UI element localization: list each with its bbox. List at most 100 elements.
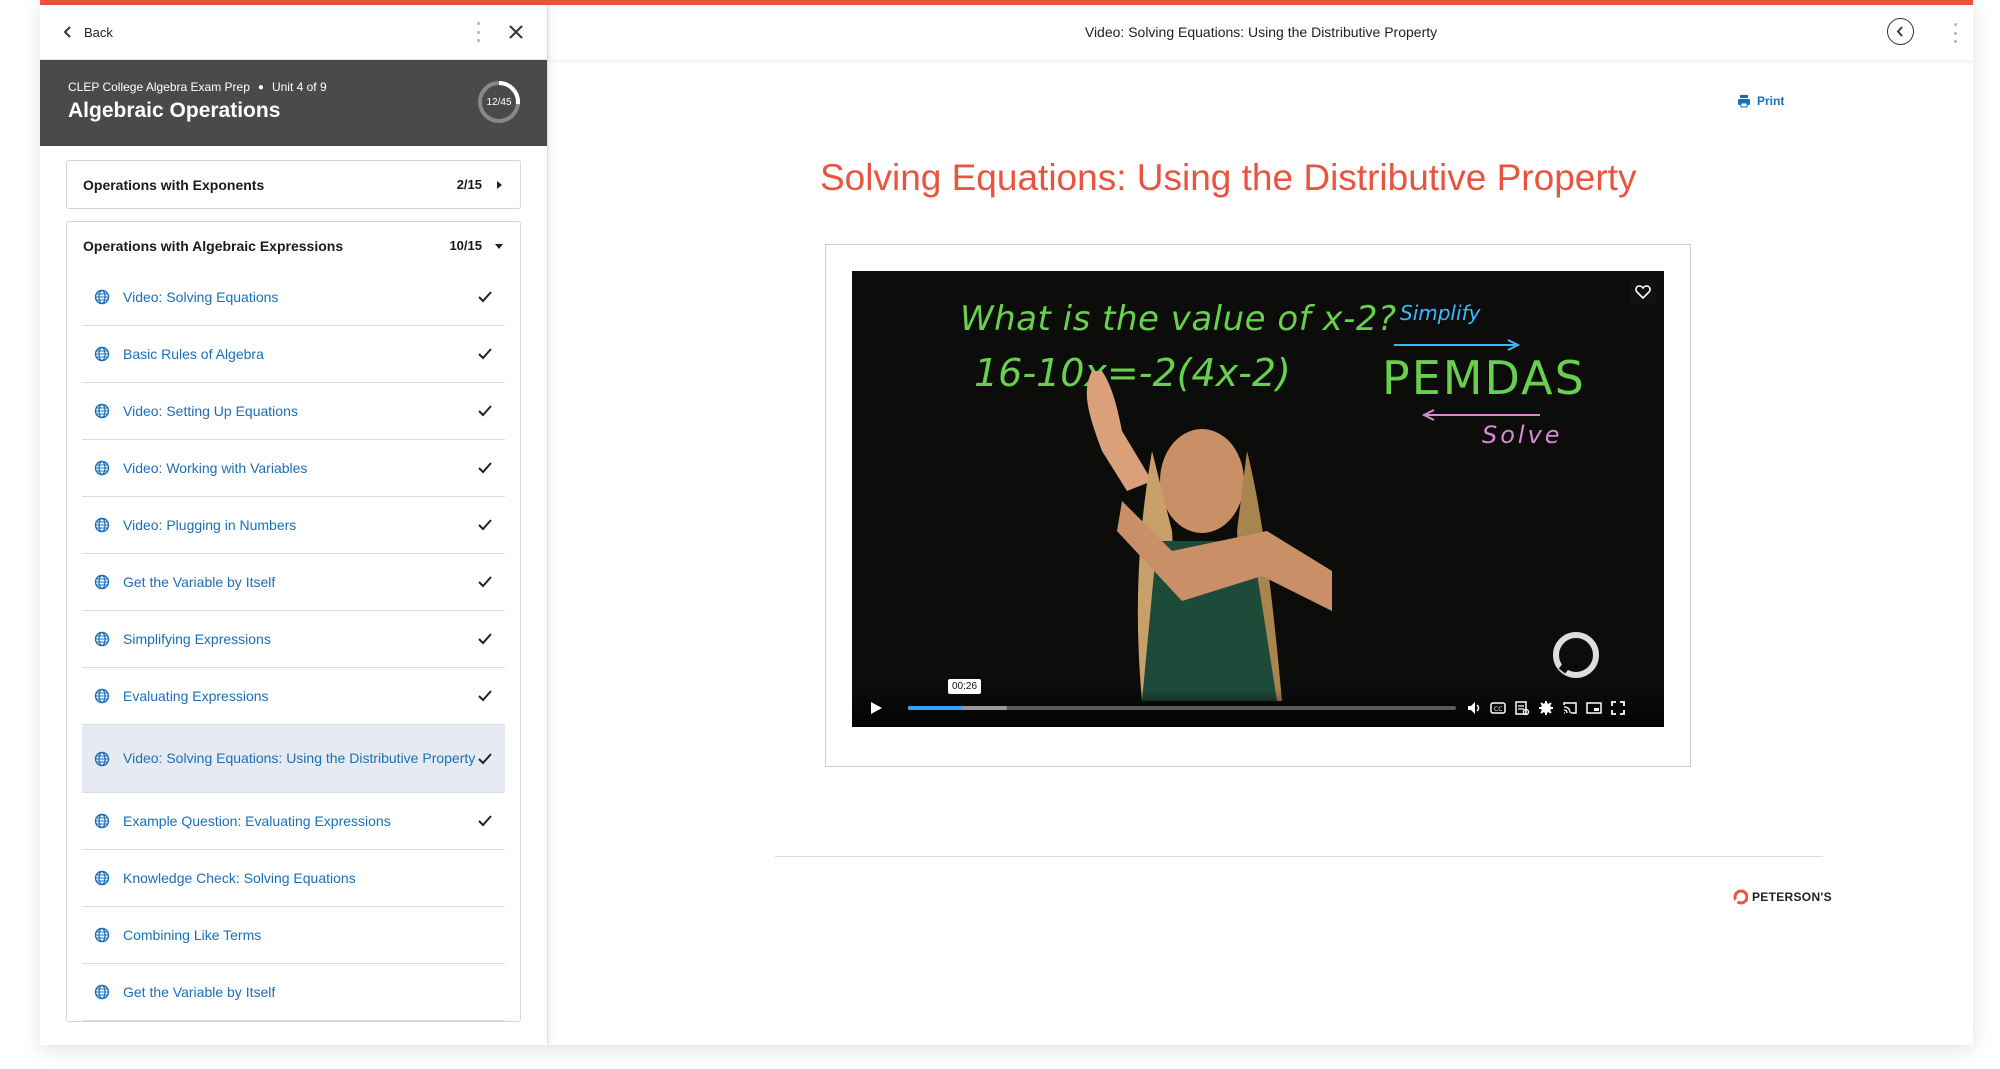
unit-number: Unit 4 of 9 [271, 80, 327, 94]
printer-icon [1738, 95, 1750, 108]
progress-text: 12/45 [486, 96, 512, 108]
checkmark-icon [478, 752, 492, 764]
presenter-image [1086, 371, 1332, 701]
progress-ring: 12/45 [477, 80, 521, 124]
lesson-item[interactable]: Get the Variable by Itself [82, 554, 505, 611]
video-frame: What is the value of x-2? 16-10x=-2(4x-2… [825, 244, 1691, 767]
lesson-item[interactable]: Video: Setting Up Equations [82, 383, 505, 440]
lesson-item[interactable]: Evaluating Expressions [82, 668, 505, 725]
section-count: 10/15 [449, 238, 482, 253]
section-count: 2/15 [456, 177, 482, 192]
brand-name: PETERSON'S [1752, 890, 1832, 904]
lesson-label: Example Question: Evaluating Expressions [123, 812, 391, 829]
globe-icon [94, 289, 110, 305]
content-topbar: Video: Solving Equations: Using the Dist… [549, 5, 1973, 60]
globe-icon [94, 574, 110, 590]
lesson-label: Video: Plugging in Numbers [123, 516, 297, 533]
transcript-icon[interactable] [1514, 700, 1530, 716]
section-header[interactable]: Operations with Algebraic Expressions 10… [67, 222, 520, 269]
heart-icon [1635, 285, 1651, 300]
back-button[interactable]: Back [62, 25, 113, 40]
seek-bar[interactable]: 00:26 [908, 679, 1456, 710]
seek-time-tooltip: 00:26 [948, 679, 982, 694]
favorite-button[interactable] [1630, 279, 1656, 305]
seek-played [908, 706, 963, 710]
print-button[interactable]: Print [1737, 94, 1784, 108]
content-divider [775, 856, 1823, 857]
petersons-logo-icon [1732, 889, 1748, 905]
checkmark-icon [478, 690, 492, 702]
watermark-logo-icon [1553, 632, 1599, 678]
section-name: Operations with Exponents [83, 176, 265, 193]
arrow-right-drawing [1394, 339, 1521, 351]
cast-icon[interactable] [1562, 700, 1578, 716]
lesson-item[interactable]: Video: Solving Equations [82, 269, 505, 326]
unit-title: Algebraic Operations [68, 99, 281, 122]
lesson-item[interactable]: Knowledge Check: Solving Equations [82, 850, 505, 907]
sections-list: Operations with Exponents 2/15 Operation… [40, 146, 547, 1041]
lesson-item[interactable]: Get the Variable by Itself [82, 964, 505, 1021]
lesson-item[interactable]: Example Question: Evaluating Expressions [82, 793, 505, 850]
section-algebraic-expressions: Operations with Algebraic Expressions 10… [66, 221, 521, 1022]
lesson-list: Video: Solving Equations Basic Rules of A… [67, 269, 520, 1021]
globe-icon [94, 631, 110, 647]
lesson-item[interactable]: Combining Like Terms [82, 907, 505, 964]
chevron-left-icon [1896, 26, 1903, 37]
checkmark-icon [478, 405, 492, 417]
app-window: Back CLEP College Algebra Exam Prep ● Un… [40, 0, 1973, 1045]
lesson-label: Basic Rules of Algebra [123, 345, 264, 362]
lesson-label: Combining Like Terms [123, 926, 262, 943]
print-label: Print [1757, 94, 1785, 108]
fullscreen-icon[interactable] [1610, 700, 1626, 716]
lesson-item[interactable]: Video: Plugging in Numbers [82, 497, 505, 554]
checkmark-icon [478, 576, 492, 588]
unit-header: CLEP College Algebra Exam Prep ● Unit 4 … [40, 60, 547, 146]
lesson-label: Video: Solving Equations [123, 288, 279, 305]
lesson-item[interactable]: Basic Rules of Algebra [82, 326, 505, 383]
lesson-label: Knowledge Check: Solving Equations [123, 869, 356, 886]
checkmark-icon [478, 815, 492, 827]
volume-icon[interactable] [1466, 700, 1482, 716]
section-name: Operations with Algebraic Expressions [83, 237, 344, 254]
globe-icon [94, 517, 110, 533]
lesson-item[interactable]: Simplifying Expressions [82, 611, 505, 668]
globe-icon [94, 346, 110, 362]
globe-icon [94, 688, 110, 704]
lesson-label: Evaluating Expressions [123, 687, 269, 704]
checkmark-icon [478, 291, 492, 303]
section-header[interactable]: Operations with Exponents 2/15 [67, 161, 520, 208]
separator-dot: ● [257, 81, 264, 93]
play-icon[interactable] [868, 700, 884, 716]
checkmark-icon [478, 633, 492, 645]
lesson-label: Video: Solving Equations: Using the Dist… [123, 750, 476, 766]
arrow-left-drawing [1422, 409, 1540, 421]
chevron-left-icon [63, 26, 71, 38]
section-exponents: Operations with Exponents 2/15 [66, 160, 521, 209]
control-icons: CC [1466, 700, 1626, 716]
lesson-item[interactable]: Video: Solving Equations: Using the Dist… [82, 725, 505, 793]
sidebar: Back CLEP College Algebra Exam Prep ● Un… [40, 5, 548, 1045]
caret-down-icon [495, 243, 503, 249]
topbar-title: Video: Solving Equations: Using the Dist… [1084, 24, 1438, 40]
lesson-label: Get the Variable by Itself [123, 573, 276, 590]
globe-icon [94, 460, 110, 476]
lesson-item[interactable]: Video: Working with Variables [82, 440, 505, 497]
board-text-solve: Solve [1482, 421, 1563, 449]
topbar-more-icon[interactable] [1954, 23, 1958, 43]
lesson-label: Video: Working with Variables [123, 459, 308, 476]
globe-icon [94, 870, 110, 886]
board-text-simplify: Simplify [1400, 301, 1481, 325]
close-icon[interactable] [507, 23, 525, 41]
previous-button[interactable] [1887, 18, 1914, 45]
picture-in-picture-icon[interactable] [1586, 700, 1602, 716]
settings-gear-icon[interactable] [1538, 700, 1554, 716]
brand-logo: PETERSON'S [1732, 889, 1832, 905]
video-player[interactable]: What is the value of x-2? 16-10x=-2(4x-2… [852, 271, 1664, 727]
globe-icon [94, 984, 110, 1000]
caret-right-icon [497, 180, 502, 189]
captions-icon[interactable]: CC [1490, 700, 1506, 716]
back-label: Back [84, 24, 113, 40]
lesson-title: Solving Equations: Using the Distributiv… [820, 157, 1637, 198]
svg-text:CC: CC [1494, 706, 1502, 713]
sidebar-more-icon[interactable] [477, 22, 481, 42]
